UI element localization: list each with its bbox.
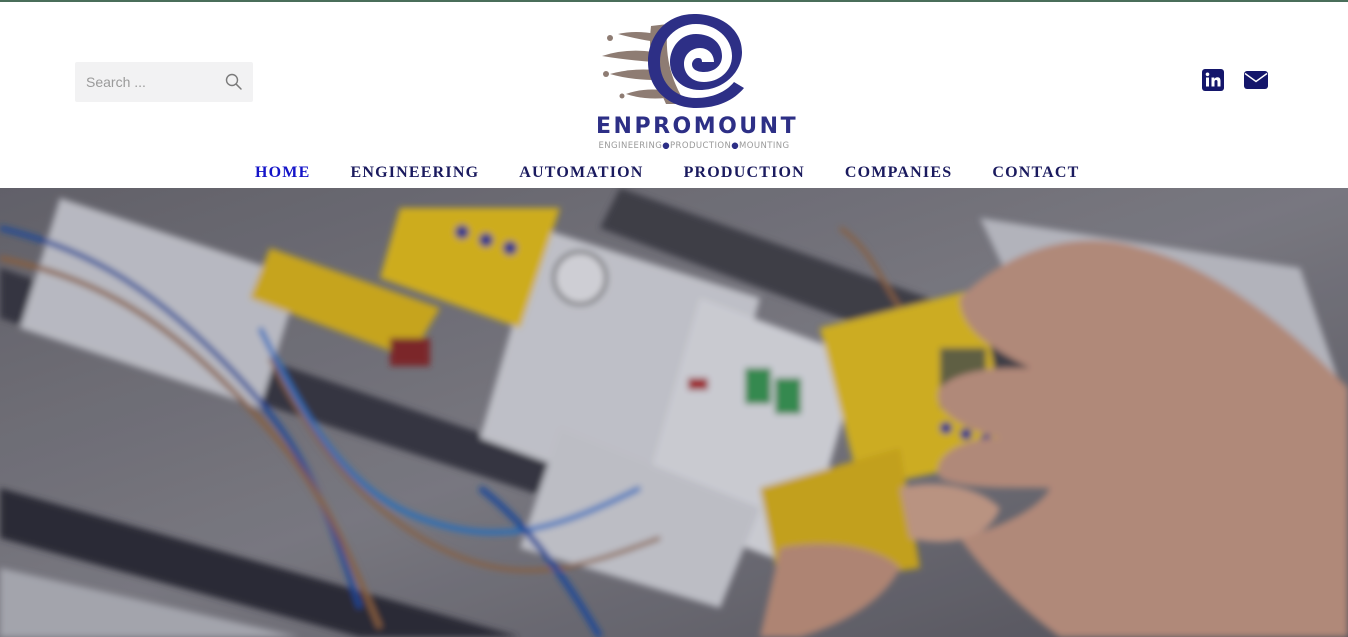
site-header: ENPROMOUNT ENGINEERING●PRODUCTION●MOUNTI… [0,2,1348,188]
nav-item-contact[interactable]: CONTACT [992,162,1079,186]
logo-tagline-part: MOUNTING [739,141,790,151]
tagline-dot-icon: ● [662,141,671,151]
main-navigation: HOME ENGINEERING AUTOMATION PRODUCTION C… [255,162,1080,186]
envelope-icon[interactable] [1243,68,1268,92]
nav-item-production[interactable]: PRODUCTION [684,162,805,186]
hero-overlay [0,188,1348,637]
site-logo[interactable]: ENPROMOUNT ENGINEERING●PRODUCTION●MOUNTI… [596,12,799,158]
logo-tagline-part: PRODUCTION [670,141,732,151]
search-form [75,62,253,102]
hero-image [0,188,1348,637]
logo-swirl-icon [602,14,744,108]
logo-tagline: ENGINEERING●PRODUCTION●MOUNTING [596,141,792,151]
nav-item-home[interactable]: HOME [255,162,310,186]
logo-wordmark: ENPROMOUNT [596,114,799,139]
tagline-dot-icon: ● [731,141,740,151]
search-icon[interactable] [224,72,244,92]
social-links [1201,68,1268,92]
logo-tagline-part: ENGINEERING [598,141,663,151]
nav-item-companies[interactable]: COMPANIES [845,162,952,186]
nav-item-automation[interactable]: AUTOMATION [519,162,643,186]
linkedin-icon[interactable] [1201,68,1225,92]
search-input[interactable] [75,62,215,102]
nav-item-engineering[interactable]: ENGINEERING [350,162,479,186]
